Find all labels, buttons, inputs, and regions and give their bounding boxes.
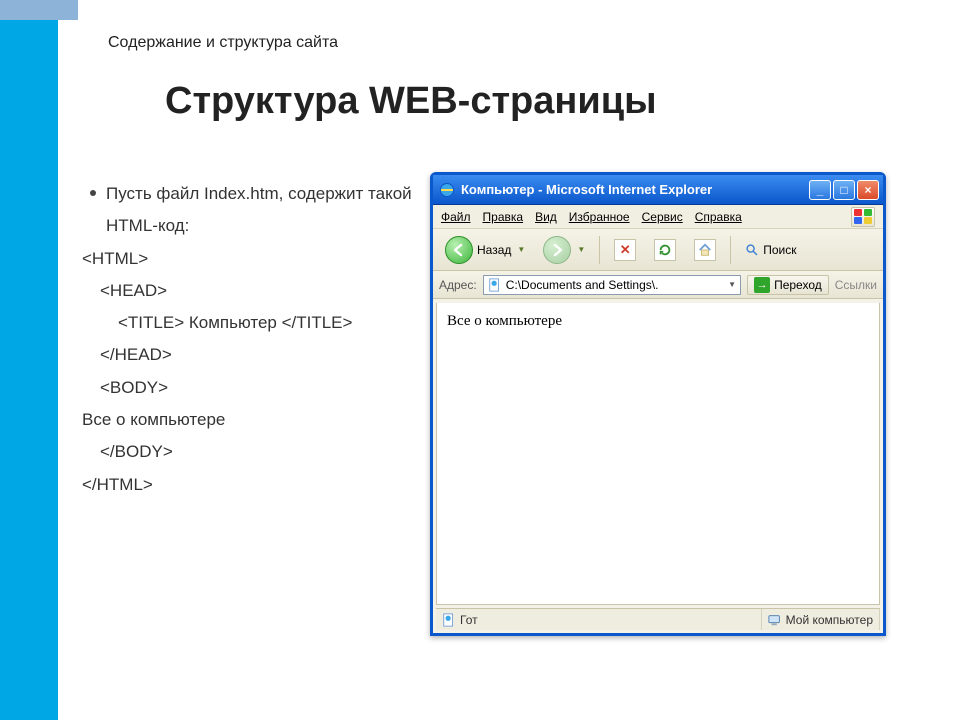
search-icon (745, 243, 759, 257)
toolbar-separator (599, 236, 600, 264)
chevron-down-icon: ▼ (577, 245, 585, 254)
code-line: </HEAD> (82, 339, 412, 371)
browser-viewport: Все о компьютере (436, 303, 880, 605)
window-titlebar[interactable]: Компьютер - Microsoft Internet Explorer … (433, 175, 883, 205)
window-buttons: _ □ × (809, 180, 879, 200)
forward-arrow-icon (543, 236, 571, 264)
slide-subtitle: Содержание и структура сайта (108, 34, 338, 52)
search-button[interactable]: Поиск (739, 240, 802, 260)
menu-view[interactable]: Вид (535, 210, 557, 224)
slide-accent-top (0, 0, 78, 20)
left-column: Пусть файл Index.htm, содержит такой HTM… (82, 178, 412, 501)
address-bar: Адрес: C:\Documents and Settings\. ▼ → П… (433, 271, 883, 299)
chevron-down-icon: ▼ (517, 245, 525, 254)
forward-button[interactable]: ▼ (537, 233, 591, 267)
code-line: </HTML> (82, 469, 412, 501)
refresh-icon (654, 239, 676, 261)
stop-icon: ✕ (614, 239, 636, 261)
address-label: Адрес: (439, 278, 477, 292)
status-text: Гот (460, 613, 478, 627)
throbber-icon (851, 207, 875, 227)
code-line: <HTML> (82, 243, 412, 275)
page-icon (442, 613, 456, 627)
slide-title: Структура WEB-страницы (165, 80, 657, 123)
close-button[interactable]: × (857, 180, 879, 200)
code-line: <TITLE> Компьютер </TITLE> (82, 307, 412, 339)
menu-favorites[interactable]: Избранное (569, 210, 630, 224)
menu-file[interactable]: Файл (441, 210, 471, 224)
windows-flag-icon (852, 209, 874, 225)
menubar: Файл Правка Вид Избранное Сервис Справка (433, 205, 883, 229)
code-line: </BODY> (82, 436, 412, 468)
menu-edit[interactable]: Правка (483, 210, 524, 224)
home-icon (694, 239, 716, 261)
maximize-button[interactable]: □ (833, 180, 855, 200)
chevron-down-icon[interactable]: ▼ (728, 280, 736, 289)
back-label: Назад (477, 243, 511, 257)
page-icon (488, 278, 502, 292)
minimize-button[interactable]: _ (809, 180, 831, 200)
menu-help[interactable]: Справка (695, 210, 742, 224)
ie-logo-icon (439, 182, 455, 198)
page-body-text: Все о компьютере (447, 313, 869, 330)
search-label: Поиск (763, 243, 796, 257)
refresh-button[interactable] (648, 236, 682, 264)
ie-window: Компьютер - Microsoft Internet Explorer … (430, 172, 886, 636)
bullet-text: Пусть файл Index.htm, содержит такой HTM… (106, 178, 412, 243)
bullet-item: Пусть файл Index.htm, содержит такой HTM… (82, 178, 412, 243)
code-line: <HEAD> (82, 275, 412, 307)
go-button[interactable]: → Переход (747, 275, 829, 295)
my-computer-icon (768, 613, 782, 627)
address-value: C:\Documents and Settings\. (506, 278, 659, 292)
menu-tools[interactable]: Сервис (642, 210, 683, 224)
code-line: <BODY> (82, 372, 412, 404)
go-label: Переход (774, 278, 822, 292)
home-button[interactable] (688, 236, 722, 264)
address-input[interactable]: C:\Documents and Settings\. ▼ (483, 275, 741, 295)
links-label[interactable]: Ссылки (835, 278, 877, 292)
status-zone-text: Мой компьютер (786, 613, 873, 627)
code-line: Все о компьютере (82, 404, 412, 436)
bullet-dot-icon (90, 190, 96, 196)
statusbar: Гот Мой компьютер (436, 608, 880, 630)
window-title: Компьютер - Microsoft Internet Explorer (461, 182, 809, 197)
toolbar: Назад ▼ ▼ ✕ Поиск (433, 229, 883, 271)
go-arrow-icon: → (754, 277, 770, 293)
stop-button[interactable]: ✕ (608, 236, 642, 264)
back-button[interactable]: Назад ▼ (439, 233, 531, 267)
toolbar-separator (730, 236, 731, 264)
status-zone: Мой компьютер (762, 609, 880, 630)
slide-accent-bar (0, 0, 58, 720)
back-arrow-icon (445, 236, 473, 264)
status-left: Гот (436, 609, 762, 630)
